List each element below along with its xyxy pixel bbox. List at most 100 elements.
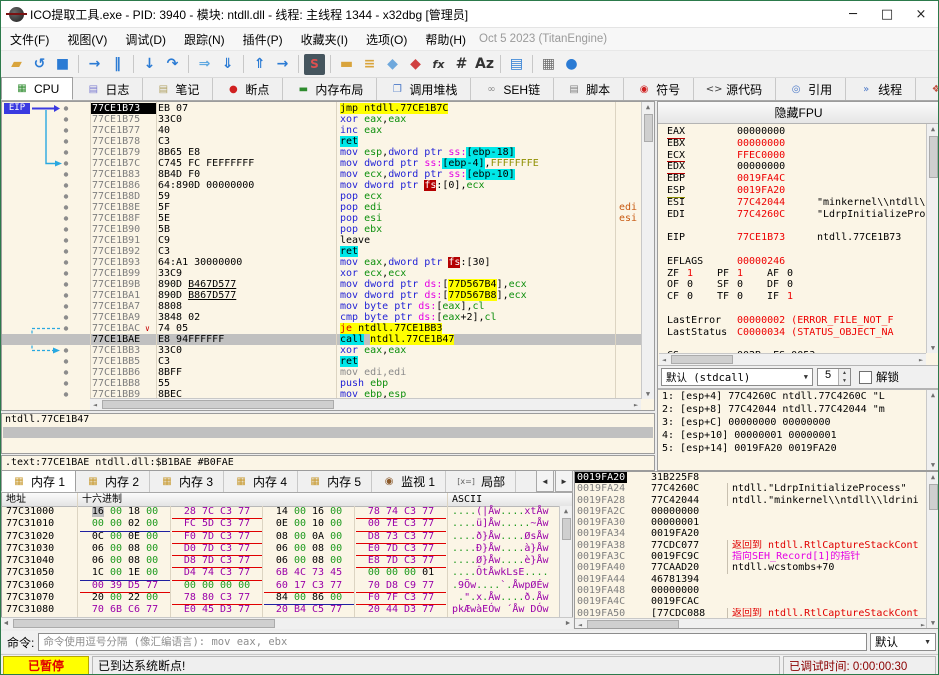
dump-tab-memory[interactable]: ▦ 内存 3 (150, 471, 225, 492)
argument-count-stepper[interactable]: 5 ▲ ▼ (817, 368, 851, 386)
disasm-address[interactable]: 77CE1BA7 (92, 301, 154, 312)
register-row[interactable]: EDI 77C4260C "LdrpInitializePro (659, 209, 926, 221)
attach-icon[interactable]: ▤ (506, 54, 527, 75)
disasm-bytes[interactable]: 5B (158, 224, 334, 235)
argument-row[interactable]: 5: [esp+14] 0019FA20 0019FA20 (658, 442, 938, 455)
disasm-address[interactable]: 77CE1B9B (92, 279, 154, 290)
register-row[interactable]: LastStatus C0000034 (STATUS_OBJECT_NA (659, 327, 926, 339)
dump-ascii[interactable]: ....Ð}Åw....à}Åw (452, 543, 549, 555)
register-name[interactable]: EDI (667, 209, 685, 221)
register-name[interactable]: ESI (667, 197, 685, 209)
stack-row[interactable]: 0019FA34 0019FA20 (575, 528, 926, 539)
trace-into-icon[interactable]: ⇒ (194, 54, 215, 75)
register-row[interactable]: ESI 77C42044 "minkernel\\ntdll\ (659, 197, 926, 209)
dump-row[interactable]: 77C31080 70 6B C6 77 E0 45 D3 77 20 B4 C5 7… (2, 604, 559, 618)
dump-address[interactable]: 77C31080 (6, 604, 54, 616)
register-value[interactable]: 77C42044 (737, 197, 785, 209)
disasm-row[interactable]: 77CE1B83 8B4D F0 mov ecx,dword ptr ss:[ebp… (2, 169, 641, 180)
disasm-address[interactable]: 77CE1BAC (92, 323, 154, 334)
dump-address[interactable]: 77C31060 (6, 580, 54, 592)
register-value[interactable]: 77CE1B73 (737, 232, 785, 244)
disasm-row[interactable]: 77CE1BA9 3848 02 cmp byte ptr ds:[eax+2],c… (2, 312, 641, 323)
disasm-instruction[interactable]: jmp ntdll.77CE1B7C (340, 103, 612, 114)
disasm-row[interactable]: 77CE1BB6 8BFF mov edi,edi (2, 367, 641, 378)
scroll-right-icon[interactable]: ► (631, 400, 641, 410)
registers-vscroll-thumb[interactable] (928, 136, 938, 178)
hex-group[interactable]: 1C 00 1E 00 (80, 567, 170, 581)
hex-group[interactable]: 84 00 86 00 (264, 592, 354, 606)
minimize-button[interactable]: ─ (836, 1, 870, 27)
hex-group[interactable]: 20 B4 C5 77 (264, 604, 354, 618)
disasm-instruction[interactable]: mov dword ptr ss:[ebp-4],FFFFFFFE (340, 158, 612, 169)
hex-group[interactable]: 00 00 00 00 (172, 580, 262, 592)
disasm-bytes[interactable]: 5E (158, 213, 334, 224)
disasm-row[interactable]: 77CE1B8F 5E pop esi esi (2, 213, 641, 224)
disasm-instruction[interactable]: pop ecx (340, 191, 612, 202)
disasm-bytes[interactable]: 33C9 (158, 268, 334, 279)
stack-address[interactable]: 0019FA3C (577, 551, 625, 562)
register-row[interactable]: EFLAGS 00000246 (659, 256, 926, 268)
register-row[interactable]: EBP 0019FA4C (659, 173, 926, 185)
disasm-bytes[interactable]: 64:890D 00000000 (158, 180, 334, 191)
register-row[interactable] (659, 244, 926, 256)
stack-vscroll-thumb[interactable] (928, 484, 938, 510)
comments-icon[interactable]: ≡ (359, 54, 380, 75)
disasm-instruction[interactable]: call ntdll.77CE1B47 (340, 334, 612, 345)
hex-group[interactable]: D8 73 C3 77 (356, 531, 446, 544)
stack-row[interactable]: 0019FA30 00000001 (575, 517, 926, 528)
stack-address[interactable]: 0019FA38 (577, 540, 625, 551)
strings-icon[interactable]: Az (474, 54, 495, 75)
stack-address[interactable]: 0019FA28 (577, 495, 625, 506)
stack-value[interactable]: 77CDC077 (651, 540, 699, 551)
pause-icon[interactable]: ‖ (107, 54, 128, 75)
disasm-instruction[interactable]: ret (340, 246, 612, 257)
register-name[interactable]: EFLAGS (667, 256, 703, 268)
scroll-up-icon[interactable]: ▲ (927, 124, 938, 134)
tab-symbols[interactable]: ◉ 符号 (624, 78, 695, 100)
tab-breakpoint[interactable]: ● 断点 (213, 78, 284, 100)
run-icon[interactable]: → (84, 54, 105, 75)
dump-ascii[interactable]: ....ð}Åw....ØsÅw (452, 531, 549, 543)
tab-threads[interactable]: » 线程 (846, 78, 917, 100)
register-row[interactable]: EIP 77CE1B73 ntdll.77CE1B73 (659, 232, 926, 244)
hex-group[interactable]: 00 00 02 00 (80, 518, 170, 532)
stack-address[interactable]: 0019FA20 (575, 472, 628, 484)
disasm-address[interactable]: 77CE1BA1 (92, 290, 154, 301)
dump-tab-memory[interactable]: ▦ 内存 2 (76, 471, 151, 492)
menu-item[interactable]: 视图(V) (58, 29, 116, 50)
disasm-address[interactable]: 77CE1B8F (92, 213, 154, 224)
disasm-bytes[interactable]: 8B4D F0 (158, 169, 334, 180)
globe-icon[interactable]: ● (561, 54, 582, 75)
stack-address[interactable]: 0019FA4C (577, 596, 625, 607)
hex-group[interactable]: 70 D8 C9 77 (356, 580, 446, 594)
stack-address[interactable]: 0019FA34 (577, 528, 625, 539)
stack-address[interactable]: 0019FA48 (577, 585, 625, 596)
dump-vscrollbar[interactable]: ▲ ▼ (559, 506, 572, 628)
dump-ascii[interactable]: ....Ø}Åw....è}Åw (452, 555, 549, 567)
disasm-address[interactable]: 77CE1B78 (92, 136, 154, 147)
disasm-bytes[interactable]: 5F (158, 202, 334, 213)
tab-cpu[interactable]: ▦ CPU (1, 77, 74, 100)
disasm-row[interactable]: 77CE1B90 5B pop ebx (2, 224, 641, 235)
disasm-address[interactable]: 77CE1B77 (92, 125, 154, 136)
labels-icon[interactable]: ◆ (382, 54, 403, 75)
disasm-instruction[interactable]: leave (340, 235, 612, 246)
dump-ascii[interactable]: ....(|Åw....xtÅw (452, 506, 549, 518)
flag-name[interactable]: AF (767, 268, 779, 280)
flag-name[interactable]: IF (767, 291, 779, 303)
register-name[interactable]: EBX (667, 138, 685, 150)
hex-group[interactable]: 0E 00 10 00 (264, 518, 354, 530)
menu-item[interactable]: 选项(O) (357, 29, 416, 50)
disasm-hscroll-thumb[interactable] (102, 400, 334, 409)
arguments-vscrollbar[interactable]: ▲ ▼ (926, 390, 938, 470)
disasm-address[interactable]: 77CE1BB6 (92, 367, 154, 378)
stack-value[interactable]: 0019FC9C (651, 551, 699, 562)
tab-source[interactable]: <> 源代码 (694, 78, 777, 100)
register-row[interactable]: EBX 00000000 (659, 138, 926, 150)
scroll-down-icon[interactable]: ▼ (927, 618, 938, 628)
disasm-address[interactable]: 77CE1B73 (90, 103, 156, 114)
dump-row[interactable]: 77C31060 00 39 D5 77 00 00 00 00 60 17 C3 7… (2, 580, 559, 594)
dump-row[interactable]: 77C31070 20 00 22 00 78 80 C3 77 84 00 86 0… (2, 592, 559, 606)
disasm-row[interactable]: 77CE1BA1 890D B867D577 mov dword ptr ds:[7… (2, 290, 641, 301)
hex-group[interactable]: 00 7E C3 77 (356, 518, 446, 532)
